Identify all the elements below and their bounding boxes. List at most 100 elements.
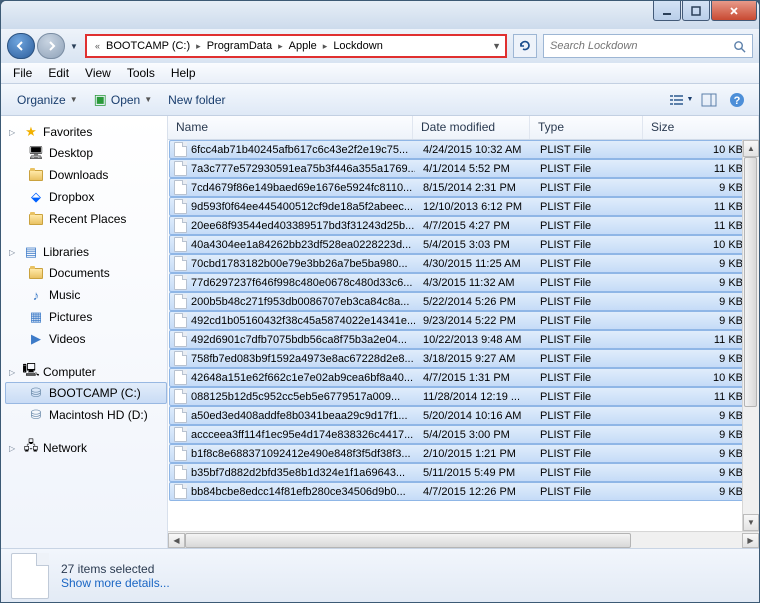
maximize-button[interactable]: [682, 1, 710, 21]
horizontal-scrollbar[interactable]: ◀ ▶: [168, 531, 759, 548]
open-button[interactable]: ▣Open▼: [86, 88, 161, 111]
scroll-thumb[interactable]: [185, 533, 631, 548]
breadcrumb-item[interactable]: BOOTCAMP (C:): [104, 39, 192, 53]
sidebar-item-macintosh[interactable]: ⛁Macintosh HD (D:): [5, 404, 167, 426]
sidebar-network-header[interactable]: ▷🖧Network: [5, 438, 167, 458]
table-row[interactable]: 77d6297237f646f998c480e0678c480d33c6...4…: [169, 273, 758, 292]
nav-forward-button[interactable]: [37, 33, 65, 59]
breadcrumb-overflow-icon[interactable]: «: [91, 41, 104, 51]
file-date: 11/28/2014 12:19 ...: [415, 391, 532, 403]
table-row[interactable]: 492cd1b05160432f38c45a5874022e14341e...9…: [169, 311, 758, 330]
file-size: 9 KB: [645, 353, 757, 365]
file-icon: [174, 389, 187, 404]
sidebar-item-music[interactable]: ♪Music: [5, 284, 167, 306]
table-row[interactable]: 758fb7ed083b9f1592a4973e8ac67228d2e8...3…: [169, 349, 758, 368]
sidebar-item-recent[interactable]: Recent Places: [5, 208, 167, 230]
table-row[interactable]: 42648a151e62f662c1e7e02ab9cea6bf8a40...4…: [169, 368, 758, 387]
menu-file[interactable]: File: [5, 64, 40, 82]
view-mode-button[interactable]: ▼: [667, 89, 695, 111]
menu-help[interactable]: Help: [163, 64, 204, 82]
explorer-window: ▼ « BOOTCAMP (C:)▸ ProgramData▸ Apple▸ L…: [0, 0, 760, 603]
file-date: 5/4/2015 3:00 PM: [415, 429, 532, 441]
nav-history-dropdown[interactable]: ▼: [67, 34, 81, 58]
file-name: 492d6901c7dfb7075bdb56ca8f75b3a2e04...: [191, 334, 407, 346]
menu-edit[interactable]: Edit: [40, 64, 77, 82]
table-row[interactable]: b1f8c8e688371092412e490e848f3f5df38f3...…: [169, 444, 758, 463]
sidebar-item-bootcamp[interactable]: ⛁BOOTCAMP (C:): [5, 382, 167, 404]
column-size[interactable]: Size: [643, 116, 759, 139]
file-type: PLIST File: [532, 315, 645, 327]
column-date[interactable]: Date modified: [413, 116, 530, 139]
table-row[interactable]: 20ee68f93544ed403389517bd3f31243d25b...4…: [169, 216, 758, 235]
sidebar-item-documents[interactable]: Documents: [5, 262, 167, 284]
search-box[interactable]: [543, 34, 753, 58]
sidebar-libraries-header[interactable]: ▷▤Libraries: [5, 242, 167, 262]
file-icon: [174, 199, 187, 214]
vertical-scrollbar[interactable]: ▲ ▼: [742, 140, 759, 531]
table-row[interactable]: a50ed3ed408addfe8b0341beaa29c9d17f1...5/…: [169, 406, 758, 425]
sidebar-item-pictures[interactable]: ▦Pictures: [5, 306, 167, 328]
sidebar-computer-header[interactable]: ▷🖳Computer: [5, 362, 167, 382]
preview-pane-button[interactable]: [695, 89, 723, 111]
table-row[interactable]: 6fcc4ab71b40245afb617c6c43e2f2e19c75...4…: [169, 140, 758, 159]
address-bar[interactable]: « BOOTCAMP (C:)▸ ProgramData▸ Apple▸ Loc…: [85, 34, 507, 58]
file-name: accceea3ff114f1ec95e4d174e838326c4417...: [191, 429, 413, 441]
file-type: PLIST File: [532, 163, 645, 175]
table-row[interactable]: b35bf7d882d2bfd35e8b1d324e1f1a69643...5/…: [169, 463, 758, 482]
new-folder-button[interactable]: New folder: [160, 90, 233, 110]
breadcrumb-item[interactable]: Lockdown: [331, 39, 385, 53]
file-icon: [174, 427, 187, 442]
refresh-button[interactable]: [513, 34, 537, 58]
column-name[interactable]: Name: [168, 116, 413, 139]
file-date: 4/7/2015 4:27 PM: [415, 220, 532, 232]
sidebar-favorites-header[interactable]: ▷★Favorites: [5, 122, 167, 142]
file-name: 20ee68f93544ed403389517bd3f31243d25b...: [191, 220, 414, 232]
music-icon: ♪: [28, 287, 44, 303]
file-type: PLIST File: [532, 391, 645, 403]
organize-button[interactable]: Organize▼: [9, 90, 86, 110]
show-more-details-link[interactable]: Show more details...: [61, 576, 170, 590]
file-type: PLIST File: [532, 372, 645, 384]
table-row[interactable]: 40a4304ee1a84262bb23df528ea0228223d...5/…: [169, 235, 758, 254]
sidebar-item-dropbox[interactable]: ⬙Dropbox: [5, 186, 167, 208]
close-button[interactable]: [711, 1, 757, 21]
table-row[interactable]: 492d6901c7dfb7075bdb56ca8f75b3a2e04...10…: [169, 330, 758, 349]
titlebar[interactable]: [1, 1, 759, 29]
sidebar-item-videos[interactable]: ▶Videos: [5, 328, 167, 350]
table-row[interactable]: 9d593f0f64ee445400512cf9de18a5f2abeec...…: [169, 197, 758, 216]
table-row[interactable]: 7a3c777e572930591ea75b3f446a355a1769...4…: [169, 159, 758, 178]
file-size: 10 KB: [645, 144, 757, 156]
table-row[interactable]: 200b5b48c271f953db0086707eb3ca84c8a...5/…: [169, 292, 758, 311]
help-button[interactable]: ?: [723, 89, 751, 111]
table-row[interactable]: 088125b12d5c952cc5eb5e6779517a009...11/2…: [169, 387, 758, 406]
scroll-thumb[interactable]: [744, 157, 757, 407]
breadcrumb-item[interactable]: Apple: [287, 39, 319, 53]
scroll-down-arrow[interactable]: ▼: [743, 514, 759, 531]
sidebar: ▷★Favorites 🖥Desktop Downloads ⬙Dropbox …: [1, 116, 168, 548]
menu-view[interactable]: View: [77, 64, 119, 82]
nav-back-button[interactable]: [7, 33, 35, 59]
file-icon: [174, 294, 187, 309]
scroll-left-arrow[interactable]: ◀: [168, 533, 185, 548]
table-row[interactable]: 70cbd1783182b00e79e3bb26a7be5ba980...4/3…: [169, 254, 758, 273]
nav-bar: ▼ « BOOTCAMP (C:)▸ ProgramData▸ Apple▸ L…: [1, 29, 759, 63]
table-row[interactable]: bb84bcbe8edcc14f81efb280ce34506d9b0...4/…: [169, 482, 758, 501]
sidebar-item-downloads[interactable]: Downloads: [5, 164, 167, 186]
sidebar-item-desktop[interactable]: 🖥Desktop: [5, 142, 167, 164]
minimize-button[interactable]: [653, 1, 681, 21]
search-input[interactable]: [550, 40, 733, 52]
menu-tools[interactable]: Tools: [119, 64, 163, 82]
column-type[interactable]: Type: [530, 116, 643, 139]
scroll-up-arrow[interactable]: ▲: [743, 140, 759, 157]
file-size: 11 KB: [645, 391, 757, 403]
file-type: PLIST File: [532, 296, 645, 308]
file-type: PLIST File: [532, 201, 645, 213]
address-dropdown-icon[interactable]: ▼: [492, 41, 501, 51]
file-name: a50ed3ed408addfe8b0341beaa29c9d17f1...: [191, 410, 408, 422]
file-list[interactable]: 6fcc4ab71b40245afb617c6c43e2f2e19c75...4…: [168, 140, 759, 531]
table-row[interactable]: 7cd4679f86e149baed69e1676e5924fc8110...8…: [169, 178, 758, 197]
file-size: 11 KB: [645, 201, 757, 213]
scroll-right-arrow[interactable]: ▶: [742, 533, 759, 548]
table-row[interactable]: accceea3ff114f1ec95e4d174e838326c4417...…: [169, 425, 758, 444]
breadcrumb-item[interactable]: ProgramData: [205, 39, 274, 53]
